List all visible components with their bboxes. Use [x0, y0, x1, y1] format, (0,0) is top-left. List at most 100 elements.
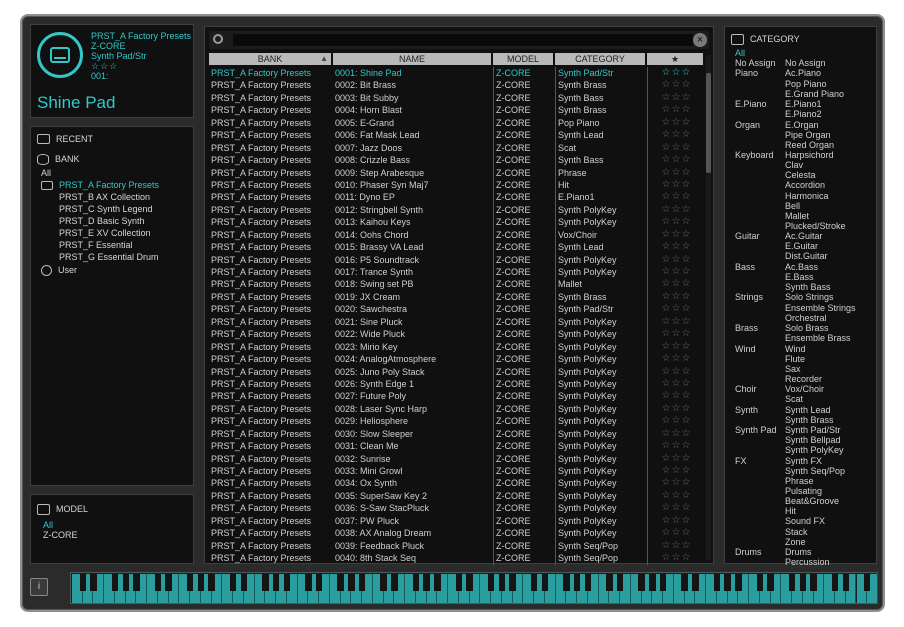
black-key[interactable]	[262, 574, 269, 591]
black-key[interactable]	[788, 574, 796, 591]
favorite-stars-icon[interactable]: ☆☆☆	[647, 116, 703, 130]
piano-keyboard[interactable]	[70, 572, 878, 604]
black-key[interactable]	[197, 574, 205, 591]
favorite-stars-icon[interactable]: ☆☆☆	[647, 477, 703, 490]
favorite-stars-icon[interactable]: ☆☆☆	[647, 178, 703, 192]
column-header-favorite[interactable]: ★	[647, 53, 703, 65]
category-item[interactable]: Pulsating	[785, 486, 822, 496]
table-row[interactable]: PRST_A Factory Presets 0040: 8th Stack Se…	[209, 552, 705, 565]
table-row[interactable]: PRST_A Factory Presets 0004: Horn Blast Z-…	[209, 104, 705, 117]
table-row[interactable]: PRST_A Factory Presets 0035: SuperSaw Key…	[209, 489, 705, 503]
favorite-stars-icon[interactable]: ☆☆☆	[647, 278, 703, 291]
black-key[interactable]	[455, 574, 463, 591]
black-key[interactable]	[466, 574, 473, 591]
favorite-stars-icon[interactable]: ☆☆☆	[647, 365, 703, 378]
category-group-label[interactable]: Choir	[735, 384, 757, 394]
black-key[interactable]	[810, 574, 817, 591]
table-row[interactable]: PRST_A Factory Presets 0007: Jazz Doos Z-C…	[209, 141, 705, 155]
favorite-stars-icon[interactable]: ☆☆☆	[647, 253, 703, 266]
black-key[interactable]	[681, 574, 688, 591]
category-item[interactable]: Dist.Guitar	[785, 251, 828, 261]
category-item[interactable]: Ensemble Strings	[785, 303, 856, 313]
black-key[interactable]	[272, 574, 280, 591]
category-group-label[interactable]: Synth Pad	[735, 425, 777, 435]
favorite-stars-icon[interactable]: ☆☆☆	[647, 141, 703, 155]
category-item[interactable]: Scat	[785, 394, 803, 404]
category-item[interactable]: Orchestral	[785, 313, 827, 323]
black-key[interactable]	[154, 574, 162, 591]
favorite-stars-icon[interactable]: ☆☆☆	[647, 303, 703, 316]
table-row[interactable]: PRST_A Factory Presets 0026: Synth Edge 1…	[209, 377, 705, 391]
category-item[interactable]: Pipe Organ	[785, 130, 831, 140]
bank-item[interactable]: PRST_B AX Collection	[59, 191, 150, 203]
category-item[interactable]: Harpsichord	[785, 150, 834, 160]
category-item[interactable]: Ac.Bass	[785, 262, 818, 272]
black-key[interactable]	[831, 574, 839, 591]
category-item[interactable]: Bell	[785, 201, 800, 211]
favorite-stars-icon[interactable]: ☆☆☆	[647, 552, 703, 565]
favorite-stars-icon[interactable]: ☆☆☆	[647, 402, 703, 416]
favorite-stars-icon[interactable]: ☆☆☆	[647, 353, 703, 366]
table-row[interactable]: PRST_A Factory Presets 0001: Shine Pad Z-C…	[209, 67, 705, 80]
bank-item[interactable]: PRST_F Essential	[59, 239, 133, 251]
black-key[interactable]	[305, 574, 312, 591]
black-key[interactable]	[735, 574, 742, 591]
black-key[interactable]	[208, 574, 215, 591]
bank-item[interactable]: PRST_C Synth Legend	[59, 203, 153, 215]
category-item[interactable]: Reed Organ	[785, 140, 834, 150]
black-key[interactable]	[638, 574, 645, 591]
category-item[interactable]: Synth Bellpad	[785, 435, 841, 445]
favorite-stars-icon[interactable]: ☆☆☆	[647, 440, 703, 453]
favorite-stars-icon[interactable]: ☆☆☆	[647, 266, 703, 279]
table-row[interactable]: PRST_A Factory Presets 0016: P5 Soundtrac…	[209, 253, 705, 266]
black-key[interactable]	[541, 574, 549, 591]
category-item[interactable]: Sax	[785, 364, 801, 374]
info-button[interactable]: i	[30, 578, 48, 596]
clear-search-icon[interactable]: ×	[693, 33, 707, 47]
bank-all[interactable]: All	[41, 167, 51, 179]
table-row[interactable]: PRST_A Factory Presets 0022: Wide Pluck Z-…	[209, 328, 705, 341]
table-row[interactable]: PRST_A Factory Presets 0020: Sawchestra Z-…	[209, 303, 705, 316]
category-group-label[interactable]: FX	[735, 456, 747, 466]
table-row[interactable]: PRST_A Factory Presets 0027: Future Poly Z…	[209, 390, 705, 403]
table-row[interactable]: PRST_A Factory Presets 0031: Clean Me Z-CO…	[209, 440, 705, 453]
favorite-stars-icon[interactable]: ☆☆☆	[647, 539, 703, 553]
black-key[interactable]	[649, 574, 656, 591]
table-row[interactable]: PRST_A Factory Presets 0028: Laser Sync H…	[209, 402, 705, 416]
category-item[interactable]: Percussion	[785, 557, 830, 567]
category-item[interactable]: Ac.Guitar	[785, 231, 823, 241]
category-item[interactable]: Solo Brass	[785, 323, 829, 333]
favorite-stars-icon[interactable]: ☆☆☆	[647, 166, 703, 179]
favorite-stars-icon[interactable]: ☆☆☆	[647, 67, 703, 80]
black-key[interactable]	[487, 574, 495, 591]
black-key[interactable]	[423, 574, 430, 591]
category-group-label[interactable]: E.Piano	[735, 99, 767, 109]
user-item[interactable]: User	[41, 264, 77, 276]
favorite-stars-icon[interactable]: ☆☆☆	[647, 104, 703, 117]
favorite-stars-icon[interactable]: ☆☆☆	[647, 315, 703, 329]
category-item[interactable]: Sound FX	[785, 516, 825, 526]
category-item[interactable]: Clav	[785, 160, 803, 170]
black-key[interactable]	[767, 574, 774, 591]
table-row[interactable]: PRST_A Factory Presets 0029: Heliosphere Z…	[209, 415, 705, 428]
black-key[interactable]	[283, 574, 291, 591]
black-key[interactable]	[659, 574, 667, 591]
column-header-bank[interactable]: BANK ▲	[209, 53, 331, 65]
favorite-stars-icon[interactable]: ☆☆☆	[647, 290, 703, 304]
category-item[interactable]: Celesta	[785, 170, 816, 180]
favorite-stars-icon[interactable]: ☆☆☆	[647, 415, 703, 428]
favorite-stars-icon[interactable]: ☆☆☆	[647, 427, 703, 441]
category-group-label[interactable]: Drums	[735, 547, 762, 557]
black-key[interactable]	[315, 574, 323, 591]
favorite-stars-icon[interactable]: ☆☆☆	[647, 489, 703, 503]
category-group-label[interactable]: Keyboard	[735, 150, 774, 160]
favorite-stars-icon[interactable]: ☆☆☆	[647, 328, 703, 341]
black-key[interactable]	[713, 574, 720, 591]
black-key[interactable]	[842, 574, 849, 591]
favorite-stars-icon[interactable]: ☆☆☆	[647, 514, 703, 528]
black-key[interactable]	[122, 574, 129, 591]
category-item[interactable]: Stack	[785, 527, 808, 537]
table-row[interactable]: PRST_A Factory Presets 0012: Stringbell S…	[209, 203, 705, 217]
table-row[interactable]: PRST_A Factory Presets 0025: Juno Poly St…	[209, 365, 705, 378]
table-row[interactable]: PRST_A Factory Presets 0037: PW Pluck Z-CO…	[209, 514, 705, 528]
